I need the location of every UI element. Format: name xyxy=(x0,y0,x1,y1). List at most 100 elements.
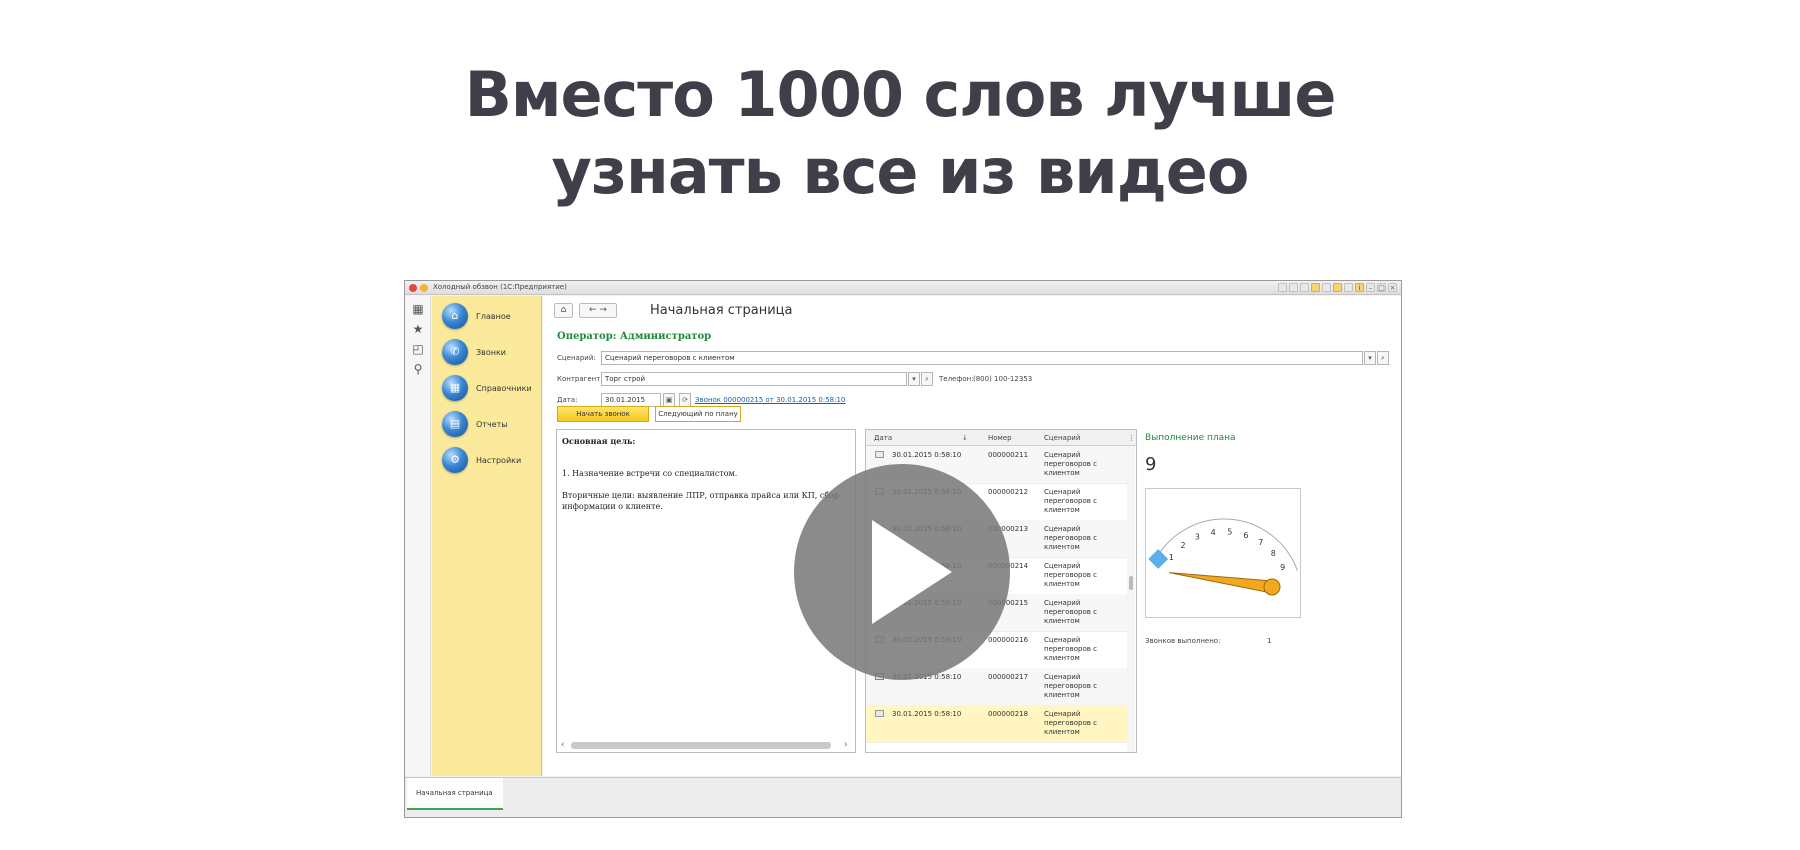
refresh-icon: ⟳ xyxy=(679,393,691,407)
plan-gauge: 123 4 5 6 789 xyxy=(1145,488,1301,618)
nav-item-label: Настройки xyxy=(476,455,522,465)
cell-scenario: Сценарий переговоров с клиентом xyxy=(1044,673,1097,699)
calendar-icon: ▣ xyxy=(663,393,675,407)
open-windows-bar: Начальная страница xyxy=(405,777,1401,817)
start-call-button: Начать звонок xyxy=(557,406,649,422)
toolbar-icon xyxy=(1300,283,1309,292)
column-header-number: Номер xyxy=(988,434,1012,442)
cell-number: 000000217 xyxy=(988,673,1029,681)
maximize-icon: □ xyxy=(1377,283,1386,292)
gauge-tick-label: 1 xyxy=(1169,553,1174,562)
gauge-hub xyxy=(1263,578,1281,596)
scenario-field: Сценарий переговоров с клиентом xyxy=(601,351,1363,365)
minimize-icon: – xyxy=(1366,283,1375,292)
operator-label: Оператор: Администратор xyxy=(557,331,712,342)
dropdown-icon: ▾ xyxy=(908,372,920,386)
history-icon: ◰ xyxy=(412,342,424,356)
gauge-zone-marker xyxy=(1148,549,1169,569)
vertical-scrollbar xyxy=(1127,446,1135,752)
gauge-tick-label: 6 xyxy=(1243,531,1248,540)
gauge-tick-label: 3 xyxy=(1195,533,1200,542)
section-icon-bar: ▦ ★ ◰ ⚲ xyxy=(405,296,431,776)
scrollbar-thumb xyxy=(1129,576,1133,590)
cell-scenario: Сценарий переговоров с клиентом xyxy=(1044,488,1097,514)
cell-scenario: Сценарий переговоров с клиентом xyxy=(1044,562,1097,588)
toolbar-icon xyxy=(1333,283,1342,292)
cell-scenario: Сценарий переговоров с клиентом xyxy=(1044,710,1097,736)
counterparty-label: Контрагент: xyxy=(557,375,603,383)
gauge-tick-label: 8 xyxy=(1271,549,1276,558)
nav-item-calls: ✆ Звонки xyxy=(442,337,506,367)
gauge-tick-label: 7 xyxy=(1258,538,1263,547)
cell-number: 000000211 xyxy=(988,451,1029,459)
section-nav-panel: ⌂ Главное ✆ Звонки ▦ Справочники ▤ Отчет… xyxy=(432,296,542,776)
app-logo-icon xyxy=(409,284,417,292)
calls-done-label: Звонков выполнено: xyxy=(1145,637,1221,645)
home-orb-icon: ⌂ xyxy=(442,303,468,329)
apps-grid-icon: ▦ xyxy=(412,302,424,316)
cell-number: 000000218 xyxy=(988,710,1029,718)
dropdown-icon: ▾ xyxy=(1364,351,1376,365)
cell-number: 000000212 xyxy=(988,488,1029,496)
nav-item-label: Справочники xyxy=(476,383,532,393)
plan-count: 9 xyxy=(1145,454,1157,475)
table-header: Дата ↓ Номер Сценарий ⋮ xyxy=(866,430,1136,446)
video-play-button[interactable] xyxy=(794,464,1010,680)
toolbar-icon xyxy=(1322,283,1331,292)
calls-done-value: 1 xyxy=(1267,637,1272,645)
secondary-goals: Вторичные цели: выявление ЛПР, отправка … xyxy=(562,491,840,511)
open-icon: ⌕ xyxy=(1377,351,1389,365)
gauge-tick-label: 2 xyxy=(1181,541,1186,550)
nav-item-label: Отчеты xyxy=(476,419,508,429)
headline-line-2: узнать все из видео xyxy=(551,135,1250,208)
gauge-tick-label: 4 xyxy=(1211,528,1216,537)
grid-orb-icon: ▦ xyxy=(442,375,468,401)
plan-label: Выполнение плана xyxy=(1145,433,1236,443)
toolbar-icon xyxy=(1278,283,1287,292)
column-menu-icon: ⋮ xyxy=(1128,434,1135,442)
gauge-tick-label: 9 xyxy=(1280,563,1285,572)
nav-item-label: Звонки xyxy=(476,347,506,357)
cell-scenario: Сценарий переговоров с клиентом xyxy=(1044,636,1097,662)
counterparty-field: Торг строй xyxy=(601,372,907,386)
cell-date: 30.01.2015 0:58:10 xyxy=(892,451,962,459)
window-title: Холодный обзвон (1С:Предприятие) xyxy=(433,283,567,291)
search-icon: ⚲ xyxy=(413,362,423,376)
date-field: 30.01.2015 xyxy=(601,393,661,407)
window-controls: i – □ × xyxy=(1278,283,1397,292)
next-by-plan-button: Следующий по плану xyxy=(655,406,741,422)
cell-number: 000000216 xyxy=(988,636,1029,644)
cell-scenario: Сценарий переговоров с клиентом xyxy=(1044,525,1097,551)
page-title: Начальная страница xyxy=(650,303,793,318)
phone-value: (800) 100-12353 xyxy=(973,375,1033,383)
menu-icon xyxy=(420,284,428,292)
toolbar-icon xyxy=(1344,283,1353,292)
cell-scenario: Сценарий переговоров с клиентом xyxy=(1044,599,1097,625)
column-header-scenario: Сценарий xyxy=(1044,434,1081,442)
tab-start-page: Начальная страница xyxy=(407,778,503,810)
close-icon: × xyxy=(1388,283,1397,292)
scrollbar-thumb xyxy=(571,742,831,749)
sort-desc-icon: ↓ xyxy=(962,434,968,442)
table-row: 30.01.2015 0:58:10 000000218 Сценарий пере… xyxy=(866,705,1128,743)
settings-orb-icon: ⚙ xyxy=(442,447,468,473)
call-icon xyxy=(875,710,884,717)
scroll-left-icon: ‹ xyxy=(561,740,565,750)
column-header-date: Дата xyxy=(874,434,893,442)
nav-item-label: Главное xyxy=(476,311,511,321)
call-link: Звонок 000000215 от 30.01.2015 0:58:10 xyxy=(695,396,846,404)
horizontal-scrollbar: ‹ › xyxy=(559,740,853,750)
cell-scenario: Сценарий переговоров с клиентом xyxy=(1044,451,1097,477)
nav-item-reports: ▤ Отчеты xyxy=(442,409,508,439)
headline-line-1: Вместо 1000 слов лучше xyxy=(464,58,1337,131)
info-icon: i xyxy=(1355,283,1364,292)
home-button: ⌂ xyxy=(554,303,573,318)
goal-item: 1. Назначение встречи со специалистом. xyxy=(562,469,738,478)
phone-label: Телефон: xyxy=(939,375,974,383)
play-icon[interactable] xyxy=(872,520,952,624)
window-titlebar: Холодный обзвон (1С:Предприятие) i – □ × xyxy=(405,281,1401,295)
toolbar-icon xyxy=(1311,283,1320,292)
call-icon xyxy=(875,451,884,458)
report-orb-icon: ▤ xyxy=(442,411,468,437)
scroll-right-icon: › xyxy=(844,740,848,750)
